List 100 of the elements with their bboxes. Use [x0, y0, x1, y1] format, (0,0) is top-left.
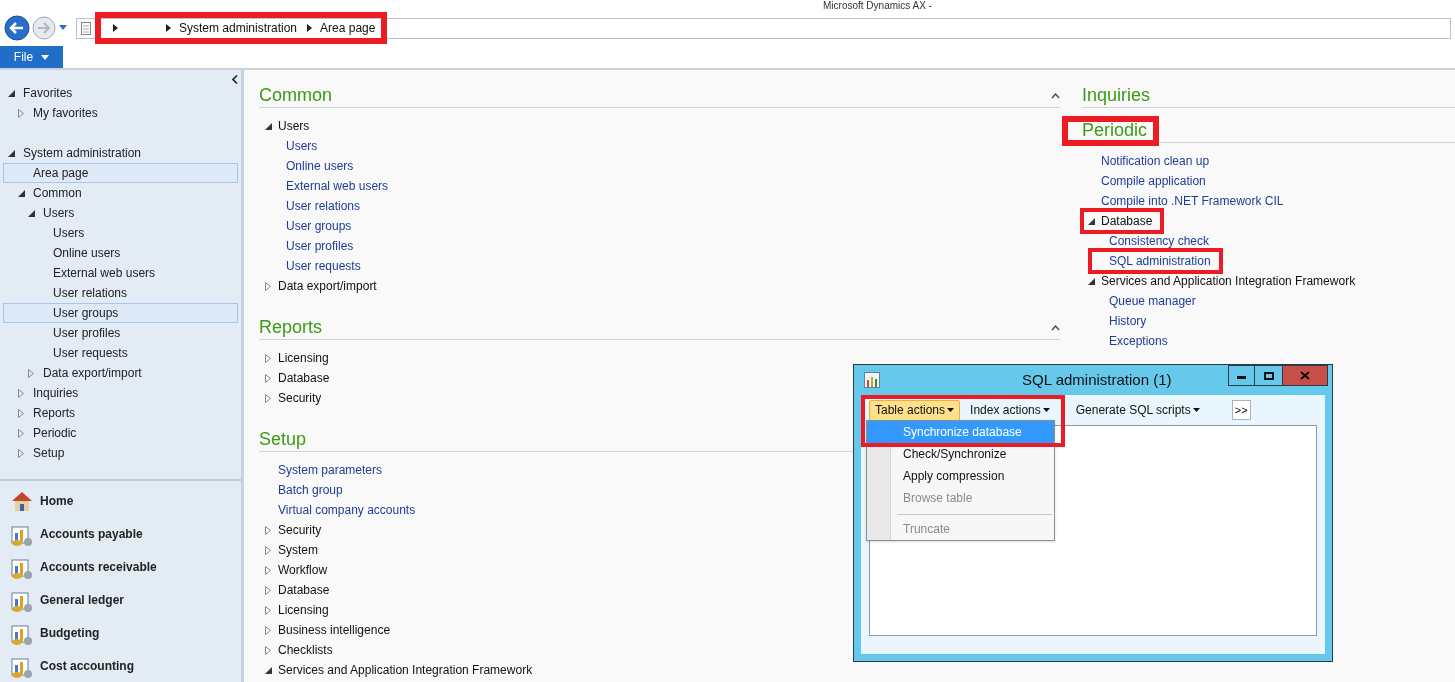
- group-label[interactable]: Licensing: [278, 603, 329, 617]
- collapsed-arrow-icon[interactable]: [265, 525, 271, 535]
- address-field[interactable]: System administration Area page: [76, 17, 1451, 39]
- link[interactable]: Exceptions: [1109, 334, 1168, 348]
- group-label[interactable]: Security: [278, 391, 322, 405]
- group-label[interactable]: Checklists: [278, 643, 333, 657]
- nav-item[interactable]: Users: [3, 223, 238, 243]
- nav-item[interactable]: User requests: [3, 343, 238, 363]
- nav-item[interactable]: External web users: [3, 263, 238, 283]
- nav-item[interactable]: Data export/import: [3, 363, 238, 383]
- nav-item[interactable]: System administration: [3, 143, 238, 163]
- nav-item[interactable]: User groups: [3, 303, 238, 323]
- collapsed-arrow-icon[interactable]: [265, 565, 271, 575]
- minimize-button[interactable]: [1228, 365, 1255, 386]
- collapse-section-icon[interactable]: [1051, 324, 1060, 331]
- nav-item[interactable]: Area page: [3, 163, 238, 183]
- link[interactable]: Compile into .NET Framework CIL: [1101, 194, 1284, 208]
- expanded-arrow-icon[interactable]: [18, 189, 25, 197]
- expanded-arrow-icon[interactable]: [8, 89, 15, 97]
- link[interactable]: Compile application: [1101, 174, 1206, 188]
- link[interactable]: Online users: [286, 159, 354, 173]
- module-button[interactable]: Budgeting: [0, 616, 241, 649]
- expanded-arrow-icon[interactable]: [265, 666, 272, 674]
- collapsed-arrow-icon[interactable]: [265, 645, 271, 655]
- group-label[interactable]: Database: [1101, 214, 1153, 228]
- collapsed-arrow-icon[interactable]: [265, 393, 271, 403]
- expanded-arrow-icon[interactable]: [1088, 217, 1095, 225]
- toolbar-menu-button[interactable]: Index actions: [964, 399, 1056, 421]
- collapsed-arrow-icon[interactable]: [18, 108, 24, 118]
- section-heading[interactable]: Inquiries: [1082, 84, 1151, 105]
- nav-item[interactable]: Favorites: [3, 83, 238, 103]
- link[interactable]: User relations: [286, 199, 361, 213]
- nav-item[interactable]: User relations: [3, 283, 238, 303]
- breadcrumb-item[interactable]: System administration: [179, 19, 298, 37]
- collapsed-arrow-icon[interactable]: [265, 373, 271, 383]
- collapsed-arrow-icon[interactable]: [18, 448, 24, 458]
- link[interactable]: User profiles: [286, 239, 354, 253]
- link[interactable]: SQL administration: [1109, 254, 1211, 268]
- module-button[interactable]: Cost accounting: [0, 649, 241, 682]
- link[interactable]: System parameters: [278, 463, 383, 477]
- nav-item[interactable]: User profiles: [3, 323, 238, 343]
- group-label[interactable]: Services and Application Integration Framework: [1101, 274, 1356, 288]
- module-button[interactable]: General ledger: [0, 583, 241, 616]
- nav-item[interactable]: Periodic: [3, 423, 238, 443]
- group-label[interactable]: Workflow: [278, 563, 328, 577]
- section-heading[interactable]: Common: [259, 84, 333, 105]
- breadcrumb-arrow-icon[interactable]: [166, 24, 171, 32]
- collapsed-arrow-icon[interactable]: [265, 605, 271, 615]
- link[interactable]: Queue manager: [1109, 294, 1196, 308]
- menu-item[interactable]: Check/Synchronize: [903, 447, 1007, 461]
- collapsed-arrow-icon[interactable]: [18, 428, 24, 438]
- dropdown-icon[interactable]: [58, 24, 68, 32]
- collapse-icon[interactable]: [232, 75, 238, 84]
- link[interactable]: Consistency check: [1109, 234, 1210, 248]
- nav-item[interactable]: Users: [3, 203, 238, 223]
- collapsed-arrow-icon[interactable]: [265, 585, 271, 595]
- group-label[interactable]: Services and Application Integration Framework: [278, 663, 533, 677]
- menu-item[interactable]: Apply compression: [903, 469, 1005, 483]
- expanded-arrow-icon[interactable]: [1088, 277, 1095, 285]
- expanded-arrow-icon[interactable]: [265, 122, 272, 130]
- collapsed-arrow-icon[interactable]: [265, 353, 271, 363]
- file-tab[interactable]: File: [0, 46, 63, 68]
- group-label[interactable]: Security: [278, 523, 322, 537]
- group-label[interactable]: Data export/import: [278, 279, 377, 293]
- collapsed-arrow-icon[interactable]: [18, 408, 24, 418]
- group-label[interactable]: Database: [278, 583, 330, 597]
- breadcrumb-arrow-icon[interactable]: [113, 24, 118, 32]
- group-label[interactable]: Business intelligence: [278, 623, 391, 637]
- nav-item[interactable]: Reports: [3, 403, 238, 423]
- nav-item[interactable]: Common: [3, 183, 238, 203]
- module-button[interactable]: Accounts payable: [0, 517, 241, 550]
- module-button[interactable]: Home: [0, 484, 241, 517]
- collapsed-arrow-icon[interactable]: [28, 368, 34, 378]
- link[interactable]: Batch group: [278, 483, 343, 497]
- nav-item[interactable]: Setup: [3, 443, 238, 463]
- nav-item[interactable]: Online users: [3, 243, 238, 263]
- link[interactable]: History: [1109, 314, 1147, 328]
- module-button[interactable]: Accounts receivable: [0, 550, 241, 583]
- more-button[interactable]: >>: [1231, 400, 1251, 420]
- link[interactable]: Users: [286, 139, 318, 153]
- section-heading[interactable]: Setup: [259, 428, 307, 449]
- collapsed-arrow-icon[interactable]: [265, 281, 271, 291]
- link[interactable]: Notification clean up: [1101, 154, 1210, 168]
- group-label[interactable]: Licensing: [278, 351, 329, 365]
- group-label[interactable]: System: [278, 543, 318, 557]
- breadcrumb-arrow-icon[interactable]: [307, 24, 313, 32]
- collapsed-arrow-icon[interactable]: [18, 388, 24, 398]
- toolbar-menu-button[interactable]: Generate SQL scripts: [1069, 399, 1206, 421]
- nav-item[interactable]: Inquiries: [3, 383, 238, 403]
- link[interactable]: User groups: [286, 219, 352, 233]
- group-label[interactable]: Database: [278, 371, 330, 385]
- breadcrumb-item[interactable]: Area page: [320, 19, 376, 37]
- nav-item[interactable]: My favorites: [3, 103, 238, 123]
- link[interactable]: External web users: [286, 179, 389, 193]
- close-button[interactable]: [1282, 365, 1328, 386]
- collapse-section-icon[interactable]: [1051, 92, 1060, 99]
- link[interactable]: Virtual company accounts: [278, 503, 416, 517]
- back-icon[interactable]: [4, 15, 30, 41]
- collapsed-arrow-icon[interactable]: [265, 625, 271, 635]
- expanded-arrow-icon[interactable]: [8, 149, 15, 157]
